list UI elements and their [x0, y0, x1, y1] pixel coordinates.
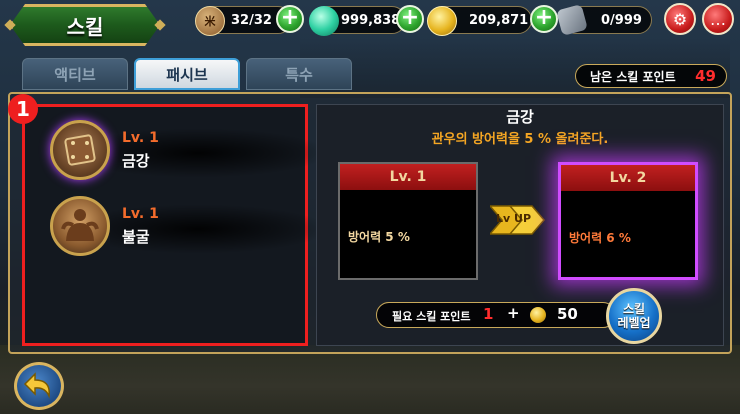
skill-detail-description: 관우의 방어력을 5 % 올려준다. — [431, 132, 609, 147]
skill-name: 금강 — [122, 152, 150, 170]
required-gold-value: 50 — [557, 305, 578, 323]
level-up-button-line2: 레벨업 — [617, 316, 651, 330]
back-arrow-icon — [23, 372, 50, 399]
crate-value: 0/999 — [601, 12, 642, 28]
gold-coin-icon — [427, 6, 457, 36]
back-button[interactable] — [14, 362, 64, 410]
skill-level-up-button[interactable]: 스킬 레벨업 — [606, 288, 662, 344]
tab-passive[interactable]: 패시브 — [134, 58, 240, 90]
next-level-label: Lv. 2 — [561, 165, 695, 191]
callout-number: 1 — [16, 97, 30, 121]
muscle-warrior-icon — [50, 196, 110, 256]
skill-list-item-bulgul[interactable]: Lv. 1 불굴 — [50, 196, 330, 260]
tab-label: 패시브 — [166, 65, 208, 84]
current-level-label: Lv. 1 — [340, 164, 476, 190]
callout-badge: 1 — [8, 94, 38, 124]
add-gold-button[interactable]: + — [530, 5, 558, 33]
add-stamina-button[interactable]: + — [276, 5, 304, 33]
skill-list-item-geumgang[interactable]: Lv. 1 금강 — [50, 120, 330, 184]
level-up-arrow-label: Lv UP — [496, 212, 532, 225]
stamina-value: 32/32 — [231, 12, 272, 28]
gold-counter: 209,871 — [427, 6, 532, 36]
add-jade-button[interactable]: + — [396, 5, 424, 33]
remaining-points-label: 남은 스킬 포인트 — [590, 69, 676, 84]
next-level-stat: 방어력 6 % — [569, 231, 631, 245]
current-level-stat: 방어력 5 % — [348, 230, 410, 244]
stamina-bag-icon: 米 — [195, 6, 225, 36]
tab-active[interactable]: 액티브 — [22, 58, 128, 90]
page-title-banner: 스킬 — [10, 4, 160, 46]
gold-coin-icon — [530, 307, 546, 323]
tab-special[interactable]: 특수 — [246, 58, 352, 90]
skill-level: Lv. 1 — [122, 206, 159, 222]
background-ground — [0, 345, 740, 414]
skill-name: 불굴 — [122, 228, 150, 246]
chat-button[interactable]: … — [702, 3, 734, 35]
chat-bubble-icon: … — [710, 9, 726, 29]
gear-icon: ⚙ — [672, 9, 688, 29]
gold-value: 209,871 — [469, 12, 529, 28]
required-points-label: 필요 스킬 포인트 — [392, 310, 471, 323]
remaining-skill-points: 남은 스킬 포인트 49 — [575, 64, 727, 88]
crate-icon — [556, 4, 588, 36]
armor-shield-icon — [50, 120, 110, 180]
crate-counter: 0/999 — [556, 4, 652, 36]
jade-counter: 999,838 — [309, 6, 406, 36]
tab-label: 액티브 — [54, 65, 96, 84]
tab-label: 특수 — [285, 65, 313, 84]
remaining-points-value: 49 — [695, 67, 716, 85]
skill-detail-title: 금강 — [506, 108, 534, 126]
skill-level: Lv. 1 — [122, 130, 159, 146]
jade-orb-icon — [309, 6, 339, 36]
settings-button[interactable]: ⚙ — [664, 3, 696, 35]
next-level-card: Lv. 2 방어력 6 % — [558, 162, 698, 280]
current-level-card: Lv. 1 방어력 5 % — [338, 162, 478, 280]
cost-plus-sign: + — [507, 304, 520, 322]
level-up-button-line1: 스킬 — [622, 302, 646, 316]
jade-value: 999,838 — [341, 12, 401, 28]
page-title: 스킬 — [66, 14, 104, 39]
required-points-value: 1 — [483, 305, 494, 323]
